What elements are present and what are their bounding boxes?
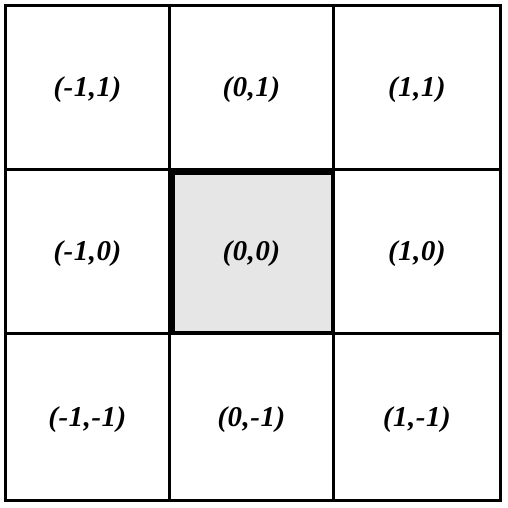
grid-cell-middle-left: (-1,0) — [7, 171, 171, 335]
cell-label: (-1,0) — [53, 235, 122, 267]
cell-label: (1,-1) — [382, 400, 452, 433]
cell-label: (0,-1) — [217, 400, 286, 433]
cell-label: (-1,-1) — [48, 400, 127, 433]
cell-label: (0,1) — [222, 71, 281, 103]
grid-cell-bottom-right: (1,-1) — [335, 335, 499, 499]
cell-label: (1,0) — [387, 235, 447, 267]
grid-cell-top-left: (-1,1) — [7, 7, 171, 171]
cell-label: (-1,1) — [53, 71, 122, 103]
grid-cell-bottom-left: (-1,-1) — [7, 335, 171, 499]
cell-label: (0,0) — [222, 235, 281, 267]
grid-cell-top-center: (0,1) — [171, 7, 335, 171]
grid-cell-bottom-center: (0,-1) — [171, 335, 335, 499]
cell-label: (1,1) — [387, 71, 447, 103]
grid-cell-middle-right: (1,0) — [335, 171, 499, 335]
coordinate-grid: (-1,1) (0,1) (1,1) (-1,0) (0,0) (1,0) (-… — [4, 4, 502, 502]
grid-cell-center-highlighted: (0,0) — [171, 171, 335, 335]
grid-cell-top-right: (1,1) — [335, 7, 499, 171]
